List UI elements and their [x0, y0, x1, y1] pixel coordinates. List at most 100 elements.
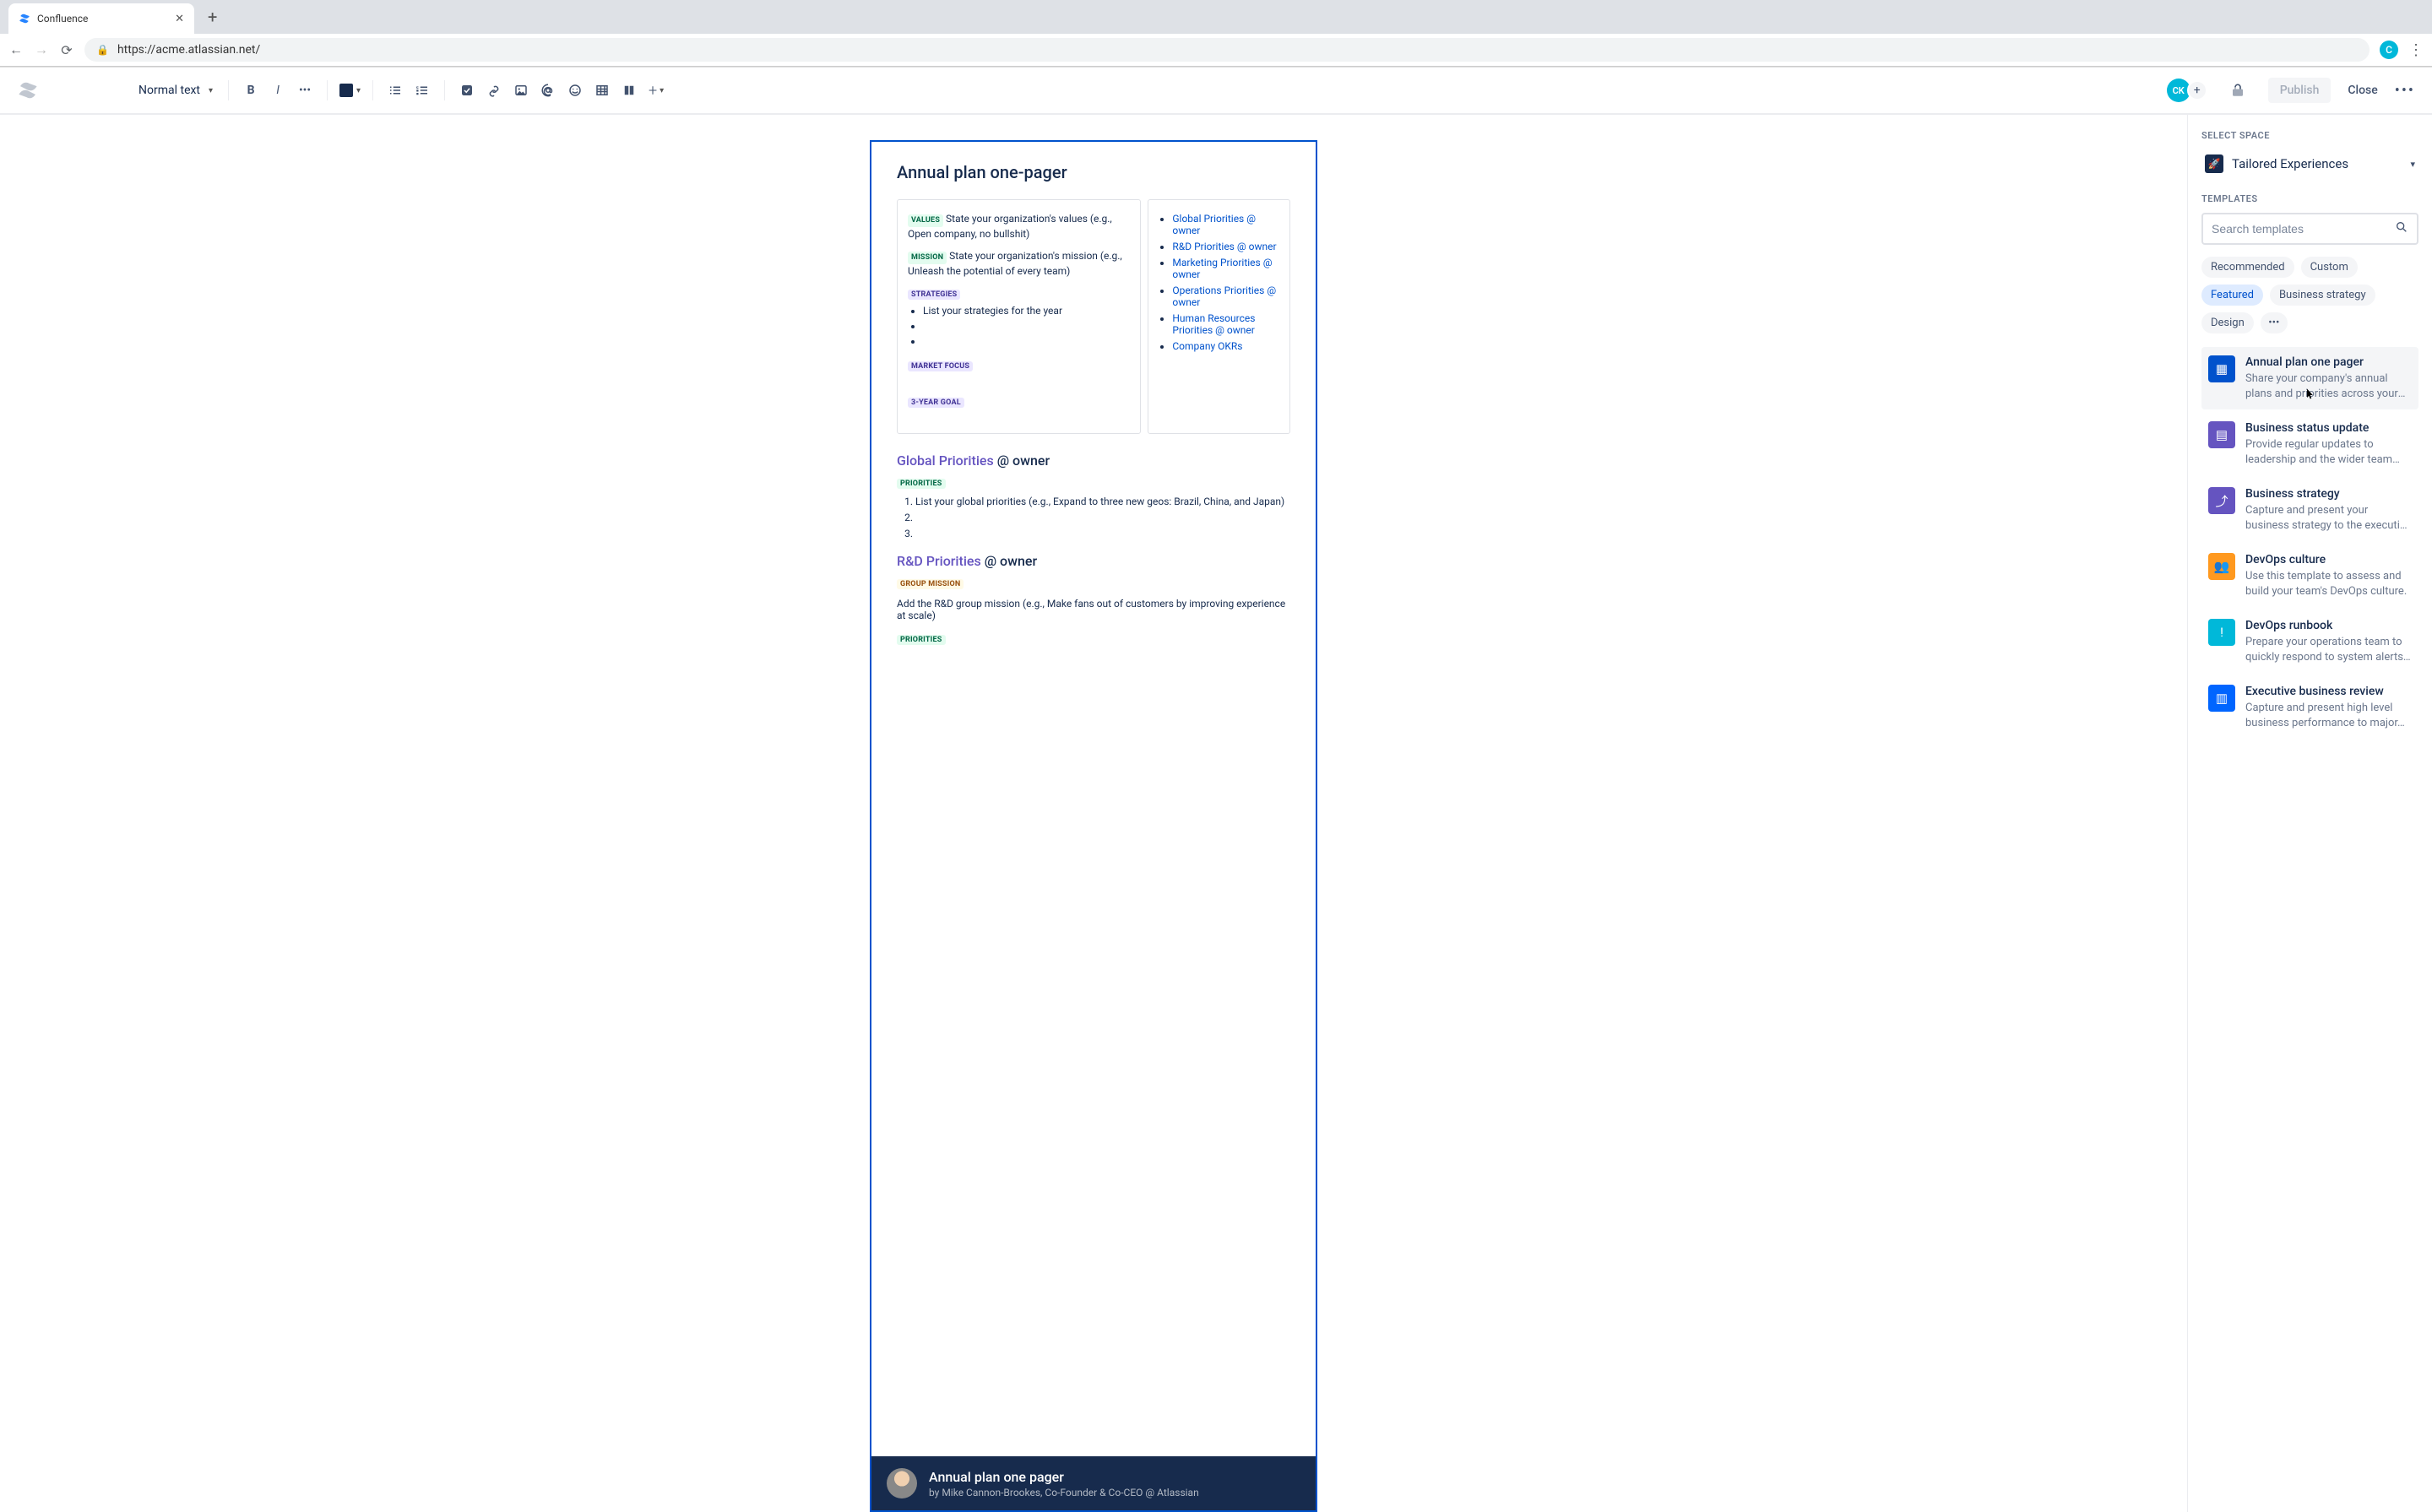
italic-button[interactable]: I: [264, 77, 291, 104]
toc-list: Global Priorities @ owner R&D Priorities…: [1160, 213, 1278, 352]
browser-tab-title: Confluence: [37, 13, 168, 24]
editor-toolbar: Normal text ▾ B I ••• ▾ +▾ CK +: [0, 68, 2432, 115]
toolbar-separator: [444, 80, 445, 100]
toc-link[interactable]: Operations Priorities @ owner: [1172, 285, 1276, 308]
search-templates-box[interactable]: [2201, 213, 2418, 245]
chip-recommended[interactable]: Recommended: [2201, 257, 2294, 278]
template-item-business-strategy[interactable]: ⤴ Business strategy Capture and present …: [2201, 479, 2418, 541]
space-icon: [2205, 154, 2223, 173]
search-icon: [2395, 220, 2408, 237]
template-title: Executive business review: [2245, 685, 2412, 698]
reload-button[interactable]: ⟳: [59, 42, 74, 58]
mission-badge: MISSION: [908, 252, 947, 264]
editor-canvas[interactable]: Annual plan one-pager VALUES State your …: [0, 115, 2187, 1512]
section-heading-rd[interactable]: R&D Priorities @ owner: [897, 553, 1290, 569]
publish-button: Publish: [2268, 78, 2332, 103]
table-button[interactable]: [589, 77, 616, 104]
toc-link[interactable]: R&D Priorities @ owner: [1172, 241, 1276, 252]
toc-link[interactable]: Marketing Priorities @ owner: [1172, 257, 1272, 280]
groupmission-badge: GROUP MISSION: [897, 579, 964, 589]
template-desc: Share your company's annual plans and pr…: [2245, 371, 2412, 401]
bold-button[interactable]: B: [237, 77, 264, 104]
select-space-label: SELECT SPACE: [2201, 130, 2418, 141]
confluence-logo-icon[interactable]: [17, 79, 39, 101]
browser-profile-avatar[interactable]: C: [2380, 41, 2398, 59]
space-selector[interactable]: Tailored Experiences ▾: [2201, 149, 2418, 178]
template-title: Business strategy: [2245, 487, 2412, 501]
back-button[interactable]: ←: [8, 41, 24, 58]
strategies-list[interactable]: List your strategies for the year: [908, 305, 1130, 347]
template-item-devops-runbook[interactable]: ! DevOps runbook Prepare your operations…: [2201, 610, 2418, 673]
chip-custom[interactable]: Custom: [2301, 257, 2358, 278]
template-item-annual-plan[interactable]: ▦ Annual plan one pager Share your compa…: [2201, 347, 2418, 409]
text-style-selector[interactable]: Normal text ▾: [132, 79, 220, 102]
rd-mission-text[interactable]: Add the R&D group mission (e.g., Make fa…: [897, 598, 1290, 621]
browser-nav-bar: ← → ⟳ 🔒 https://acme.atlassian.net/ C ⋮: [0, 34, 2432, 66]
page-title[interactable]: Annual plan one-pager: [897, 162, 1290, 182]
summary-right[interactable]: Global Priorities @ owner R&D Priorities…: [1148, 199, 1290, 434]
toc-link[interactable]: Global Priorities @ owner: [1172, 213, 1256, 236]
browser-chrome: Confluence ✕ + ← → ⟳ 🔒 https://acme.atla…: [0, 0, 2432, 67]
insert-button[interactable]: +▾: [643, 77, 670, 104]
more-actions-button[interactable]: •••: [2395, 82, 2415, 100]
template-desc: Capture and present your business strate…: [2245, 503, 2412, 533]
invite-button[interactable]: +: [2187, 80, 2207, 100]
template-item-devops-culture[interactable]: 👥 DevOps culture Use this template to as…: [2201, 545, 2418, 607]
template-desc: Prepare your operations team to quickly …: [2245, 635, 2412, 664]
toc-link[interactable]: Human Resources Priorities @ owner: [1172, 312, 1255, 336]
new-tab-button[interactable]: +: [201, 7, 224, 27]
text-color-button[interactable]: ▾: [336, 80, 364, 100]
search-input[interactable]: [2212, 222, 2395, 236]
heading-link: R&D Priorities: [897, 553, 981, 569]
template-item-business-status[interactable]: ▤ Business status update Provide regular…: [2201, 413, 2418, 475]
emoji-button[interactable]: [562, 77, 589, 104]
chevron-down-icon: ▾: [209, 86, 213, 95]
list-item: [923, 335, 1130, 347]
toc-link[interactable]: Company OKRs: [1172, 340, 1242, 352]
image-button[interactable]: [508, 77, 535, 104]
action-item-button[interactable]: [453, 77, 480, 104]
list-item: List your global priorities (e.g., Expan…: [915, 496, 1290, 507]
chip-featured[interactable]: Featured: [2201, 285, 2263, 306]
close-button[interactable]: Close: [2348, 84, 2377, 97]
chevron-down-icon: ▾: [660, 86, 664, 95]
template-item-executive-review[interactable]: ▥ Executive business review Capture and …: [2201, 676, 2418, 739]
cursor-pointer-icon: [2302, 387, 2317, 403]
template-icon: 👥: [2208, 553, 2235, 580]
priorities-badge: PRIORITIES: [897, 479, 946, 489]
list-item: [915, 512, 1290, 523]
marketfocus-badge: MARKET FOCUS: [908, 361, 973, 371]
chevron-down-icon: ▾: [356, 86, 361, 95]
chip-design[interactable]: Design: [2201, 312, 2254, 333]
chip-business-strategy[interactable]: Business strategy: [2270, 285, 2375, 306]
goal-badge: 3-YEAR GOAL: [908, 398, 964, 408]
template-desc: Use this template to assess and build yo…: [2245, 569, 2412, 599]
close-tab-icon[interactable]: ✕: [175, 13, 184, 25]
list-item: List your strategies for the year: [923, 305, 1130, 317]
heading-link: Global Priorities: [897, 453, 994, 469]
section-heading-global[interactable]: Global Priorities @ owner: [897, 453, 1290, 469]
browser-tab[interactable]: Confluence ✕: [8, 3, 194, 34]
chip-more[interactable]: •••: [2261, 312, 2288, 333]
forward-button: →: [34, 41, 49, 58]
numbered-list-button[interactable]: [409, 77, 436, 104]
more-formatting-button[interactable]: •••: [291, 77, 318, 104]
filter-chips: Recommended Custom Featured Business str…: [2201, 257, 2418, 333]
mention-button[interactable]: [535, 77, 562, 104]
template-icon: ▥: [2208, 685, 2235, 712]
template-title: Annual plan one pager: [2245, 355, 2412, 369]
browser-menu-button[interactable]: ⋮: [2408, 41, 2424, 59]
attribution-subtitle: by Mike Cannon-Brookes, Co-Founder & Co-…: [929, 1487, 1199, 1498]
template-title: Business status update: [2245, 421, 2412, 435]
address-bar[interactable]: 🔒 https://acme.atlassian.net/: [84, 38, 2370, 62]
template-title: DevOps runbook: [2245, 619, 2412, 632]
template-icon: ▤: [2208, 421, 2235, 448]
link-button[interactable]: [480, 77, 508, 104]
bullet-list-button[interactable]: [382, 77, 409, 104]
attribution-title: Annual plan one pager: [929, 1469, 1199, 1485]
restrictions-button[interactable]: [2224, 77, 2251, 104]
global-priorities-list[interactable]: List your global priorities (e.g., Expan…: [897, 496, 1290, 539]
layouts-button[interactable]: [616, 77, 643, 104]
summary-left[interactable]: VALUES State your organization's values …: [897, 199, 1141, 434]
template-icon: ▦: [2208, 355, 2235, 382]
